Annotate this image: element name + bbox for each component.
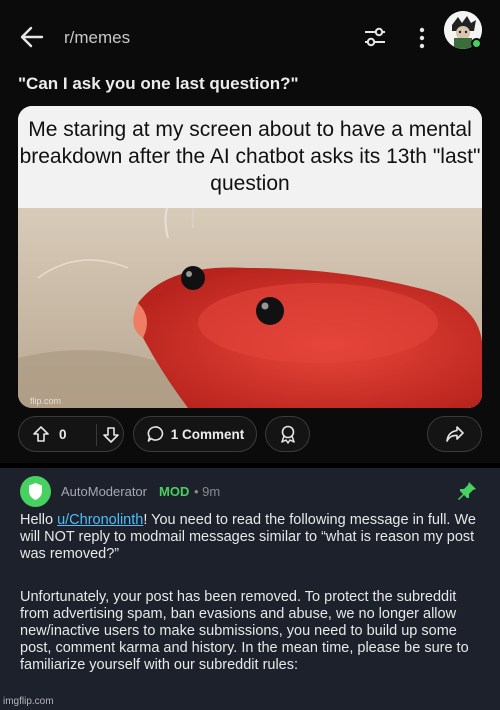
meme-caption: Me staring at my screen about to have a … [18,106,482,208]
comment-paragraph-2: Unfortunately, your post has been remove… [20,589,469,673]
shield-icon[interactable] [20,476,51,507]
comment-text: Hello [20,512,58,528]
subreddit-name[interactable]: r/memes [64,28,130,48]
filter-icon[interactable] [362,24,388,50]
vote-divider [96,424,97,446]
automod-comment: AutoModerator MOD • 9m Hello u/Chronolin… [0,468,500,710]
vote-count: 0 [59,427,67,442]
upvote-icon[interactable] [32,425,50,443]
imgflip-watermark: imgflip.com [3,696,54,707]
online-status-dot [471,38,482,49]
mod-badge: MOD [159,484,190,499]
share-icon [445,424,465,444]
award-icon [278,424,298,444]
post-title[interactable]: "Can I ask you one last question?" [18,74,299,94]
top-bar: r/memes [0,0,500,70]
comment-paragraph-1: Hello u/Chronolinth! You need to read th… [20,512,482,563]
user-link[interactable]: u/Chronolinth [57,512,143,528]
award-button[interactable] [265,416,310,452]
pin-icon [456,480,478,502]
comment-author[interactable]: AutoModerator [61,484,147,499]
comments-button[interactable]: 1 Comment [133,416,257,452]
back-arrow-icon[interactable] [18,24,46,50]
vote-control: 0 [18,416,124,452]
post-image[interactable]: Me staring at my screen about to have a … [18,106,482,408]
image-credit: flip.com [30,396,62,406]
more-vertical-icon[interactable] [412,24,432,52]
comment-count-label: 1 Comment [170,426,245,442]
share-button[interactable] [427,416,482,452]
comment-time: • 9m [194,484,221,499]
shrimp-photo [18,177,482,408]
comment-bubble-icon [146,425,164,443]
downvote-icon[interactable] [102,426,120,444]
